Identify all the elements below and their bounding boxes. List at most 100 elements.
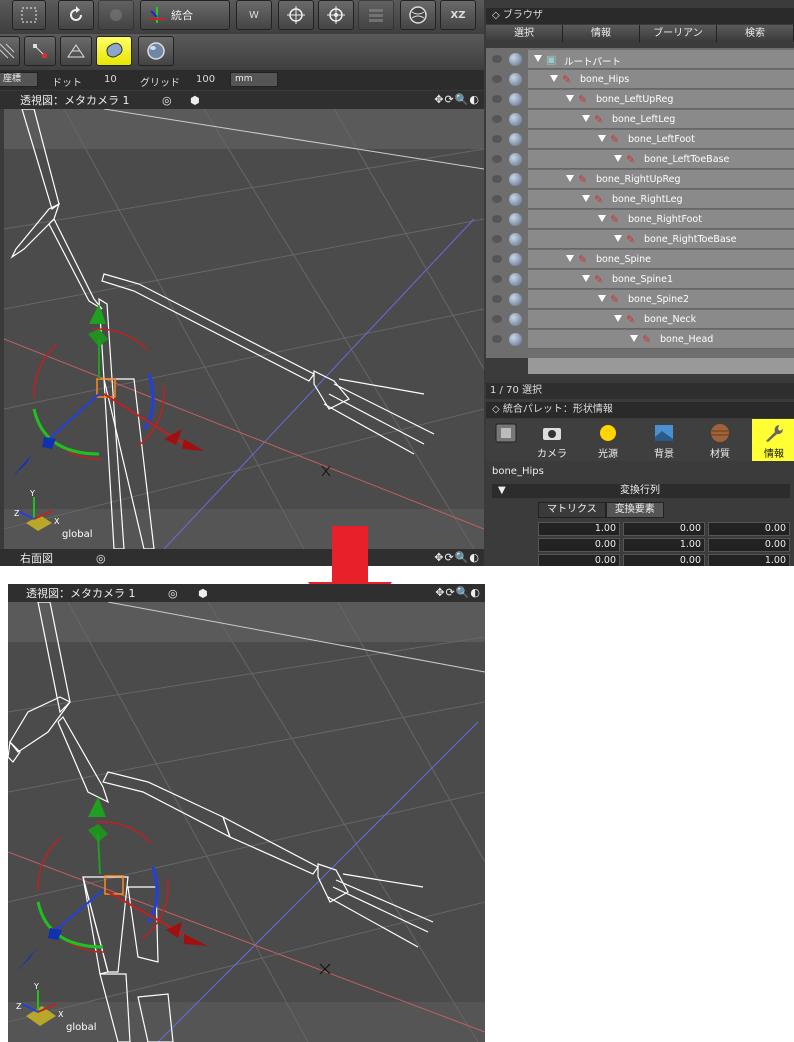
tab-search[interactable]: 検索 (717, 25, 794, 42)
bottom-cube-icon[interactable]: ⬢ (198, 587, 208, 600)
expand-triangle-icon[interactable] (614, 315, 622, 322)
render-toggle-icon[interactable] (509, 173, 522, 186)
visibility-icon[interactable] (492, 135, 502, 143)
tree-row[interactable]: ✎ bone_Spine (486, 250, 794, 270)
render-toggle-icon[interactable] (509, 213, 522, 226)
right-view-controls[interactable]: ✥⟳🔍◐ (434, 551, 480, 564)
tree-row[interactable]: ✎ bone_Hips (486, 70, 794, 90)
tree-row[interactable]: ✎ bone_RightUpReg (486, 170, 794, 190)
camera-target-icon[interactable]: ◎ (162, 94, 172, 107)
render-toggle-icon[interactable] (509, 313, 522, 326)
visibility-icon[interactable] (492, 95, 502, 103)
tree-row[interactable]: ✎ bone_Neck (486, 310, 794, 330)
matrix-cell[interactable]: 0.00 (538, 554, 620, 566)
render-toggle-icon[interactable] (509, 93, 522, 106)
matrix-cell[interactable]: 0.00 (708, 522, 790, 536)
expand-triangle-icon[interactable] (582, 115, 590, 122)
list-button[interactable] (358, 0, 394, 30)
tab-boolean[interactable]: ブーリアン (640, 25, 717, 42)
expand-triangle-icon[interactable] (582, 275, 590, 282)
globe-button[interactable] (400, 0, 436, 30)
unit-select[interactable]: mm (230, 72, 278, 87)
palette-tab-material[interactable]: 材質 (694, 419, 746, 461)
expand-triangle-icon[interactable] (534, 55, 542, 62)
tree-row[interactable]: ✎ bone_LeftLeg (486, 110, 794, 130)
blob-button[interactable] (96, 36, 132, 66)
cube-icon[interactable]: ⬢ (190, 94, 200, 107)
tab-transform-elements[interactable]: 変換要素 (605, 502, 664, 518)
render-toggle-icon[interactable] (509, 273, 522, 286)
viewport-top[interactable]: Y X Z global (4, 109, 484, 549)
expand-triangle-icon[interactable] (614, 235, 622, 242)
expand-triangle-icon[interactable] (566, 95, 574, 102)
tree-row[interactable]: ✎ bone_RightLeg (486, 190, 794, 210)
bottom-target-icon[interactable]: ◎ (168, 587, 178, 600)
right-view-title[interactable]: 右面図 (20, 550, 53, 566)
browser-title-bar[interactable]: ◇ ブラウザ (486, 8, 794, 24)
tree-row[interactable]: ✎ bone_LeftFoot (486, 130, 794, 150)
palette-shape-icon[interactable] (490, 419, 522, 461)
pattern-button[interactable] (0, 36, 20, 66)
visibility-icon[interactable] (492, 175, 502, 183)
visibility-icon[interactable] (492, 295, 502, 303)
visibility-icon[interactable] (492, 55, 502, 63)
render-toggle-icon[interactable] (509, 73, 522, 86)
visibility-icon[interactable] (492, 335, 502, 343)
expand-triangle-icon[interactable] (582, 195, 590, 202)
tab-info[interactable]: 情報 (563, 25, 640, 42)
matrix-cell[interactable]: 0.00 (538, 538, 620, 552)
transform-section-header[interactable]: ▼ 変換行列 (492, 484, 790, 498)
target-button[interactable] (278, 0, 314, 30)
tree-scrollbar[interactable] (528, 358, 794, 374)
matrix-cell[interactable]: 1.00 (538, 522, 620, 536)
rect-select-button[interactable] (12, 0, 46, 30)
rotate-button[interactable] (58, 0, 94, 30)
palette-tab-info[interactable]: 情報 (752, 419, 794, 461)
xz-button[interactable]: XZ (440, 0, 476, 30)
right-view-target-icon[interactable]: ◎ (96, 552, 106, 565)
matrix-cell[interactable]: 0.00 (623, 554, 705, 566)
move-point-button[interactable] (24, 36, 56, 66)
matrix-cell[interactable]: 1.00 (708, 554, 790, 566)
expand-triangle-icon[interactable] (598, 215, 606, 222)
scene-tree[interactable]: ▣ ルートパート ✎ bone_Hips ✎ bone_LeftUpReg ✎ bone_Le… (486, 48, 794, 358)
tree-row[interactable]: ✎ bone_RightFoot (486, 210, 794, 230)
tree-row[interactable]: ✎ bone_Head (486, 330, 794, 350)
visibility-icon[interactable] (492, 195, 502, 203)
expand-triangle-icon[interactable] (566, 255, 574, 262)
render-toggle-icon[interactable] (509, 113, 522, 126)
render-toggle-icon[interactable] (509, 333, 522, 346)
render-toggle-icon[interactable] (509, 53, 522, 66)
palette-tab-light[interactable]: 光源 (582, 419, 634, 461)
render-toggle-icon[interactable] (509, 193, 522, 206)
target2-button[interactable] (318, 0, 354, 30)
visibility-icon[interactable] (492, 115, 502, 123)
viewport-title[interactable]: 透視図：メタカメラ 1 (20, 92, 130, 108)
tab-select[interactable]: 選択 (486, 25, 563, 42)
tree-row[interactable]: ✎ bone_LeftToeBase (486, 150, 794, 170)
palette-title-bar[interactable]: ◇ 統合パレット：形状情報 (486, 402, 794, 418)
expand-triangle-icon[interactable] (598, 295, 606, 302)
viewport-bottom[interactable]: Y X Z global (8, 602, 485, 1042)
render-toggle-icon[interactable] (509, 153, 522, 166)
visibility-icon[interactable] (492, 275, 502, 283)
palette-tab-camera[interactable]: カメラ (526, 419, 578, 461)
expand-triangle-icon[interactable] (566, 175, 574, 182)
mesh-button[interactable] (60, 36, 92, 66)
visibility-icon[interactable] (492, 235, 502, 243)
visibility-icon[interactable] (492, 155, 502, 163)
matrix-cell[interactable]: 0.00 (623, 522, 705, 536)
merge-button[interactable]: 統合 (140, 0, 230, 30)
tab-matrix[interactable]: マトリクス (538, 502, 606, 518)
expand-triangle-icon[interactable] (630, 335, 638, 342)
visibility-icon[interactable] (492, 255, 502, 263)
bottom-viewport-title[interactable]: 透視図：メタカメラ 1 (26, 585, 136, 601)
render-toggle-icon[interactable] (509, 293, 522, 306)
visibility-icon[interactable] (492, 75, 502, 83)
render-toggle-icon[interactable] (509, 253, 522, 266)
matrix-cell[interactable]: 0.00 (708, 538, 790, 552)
visibility-icon[interactable] (492, 215, 502, 223)
matrix-cell[interactable]: 1.00 (623, 538, 705, 552)
coordinate-system-label[interactable]: global (62, 529, 93, 540)
hand-button[interactable] (98, 0, 134, 30)
